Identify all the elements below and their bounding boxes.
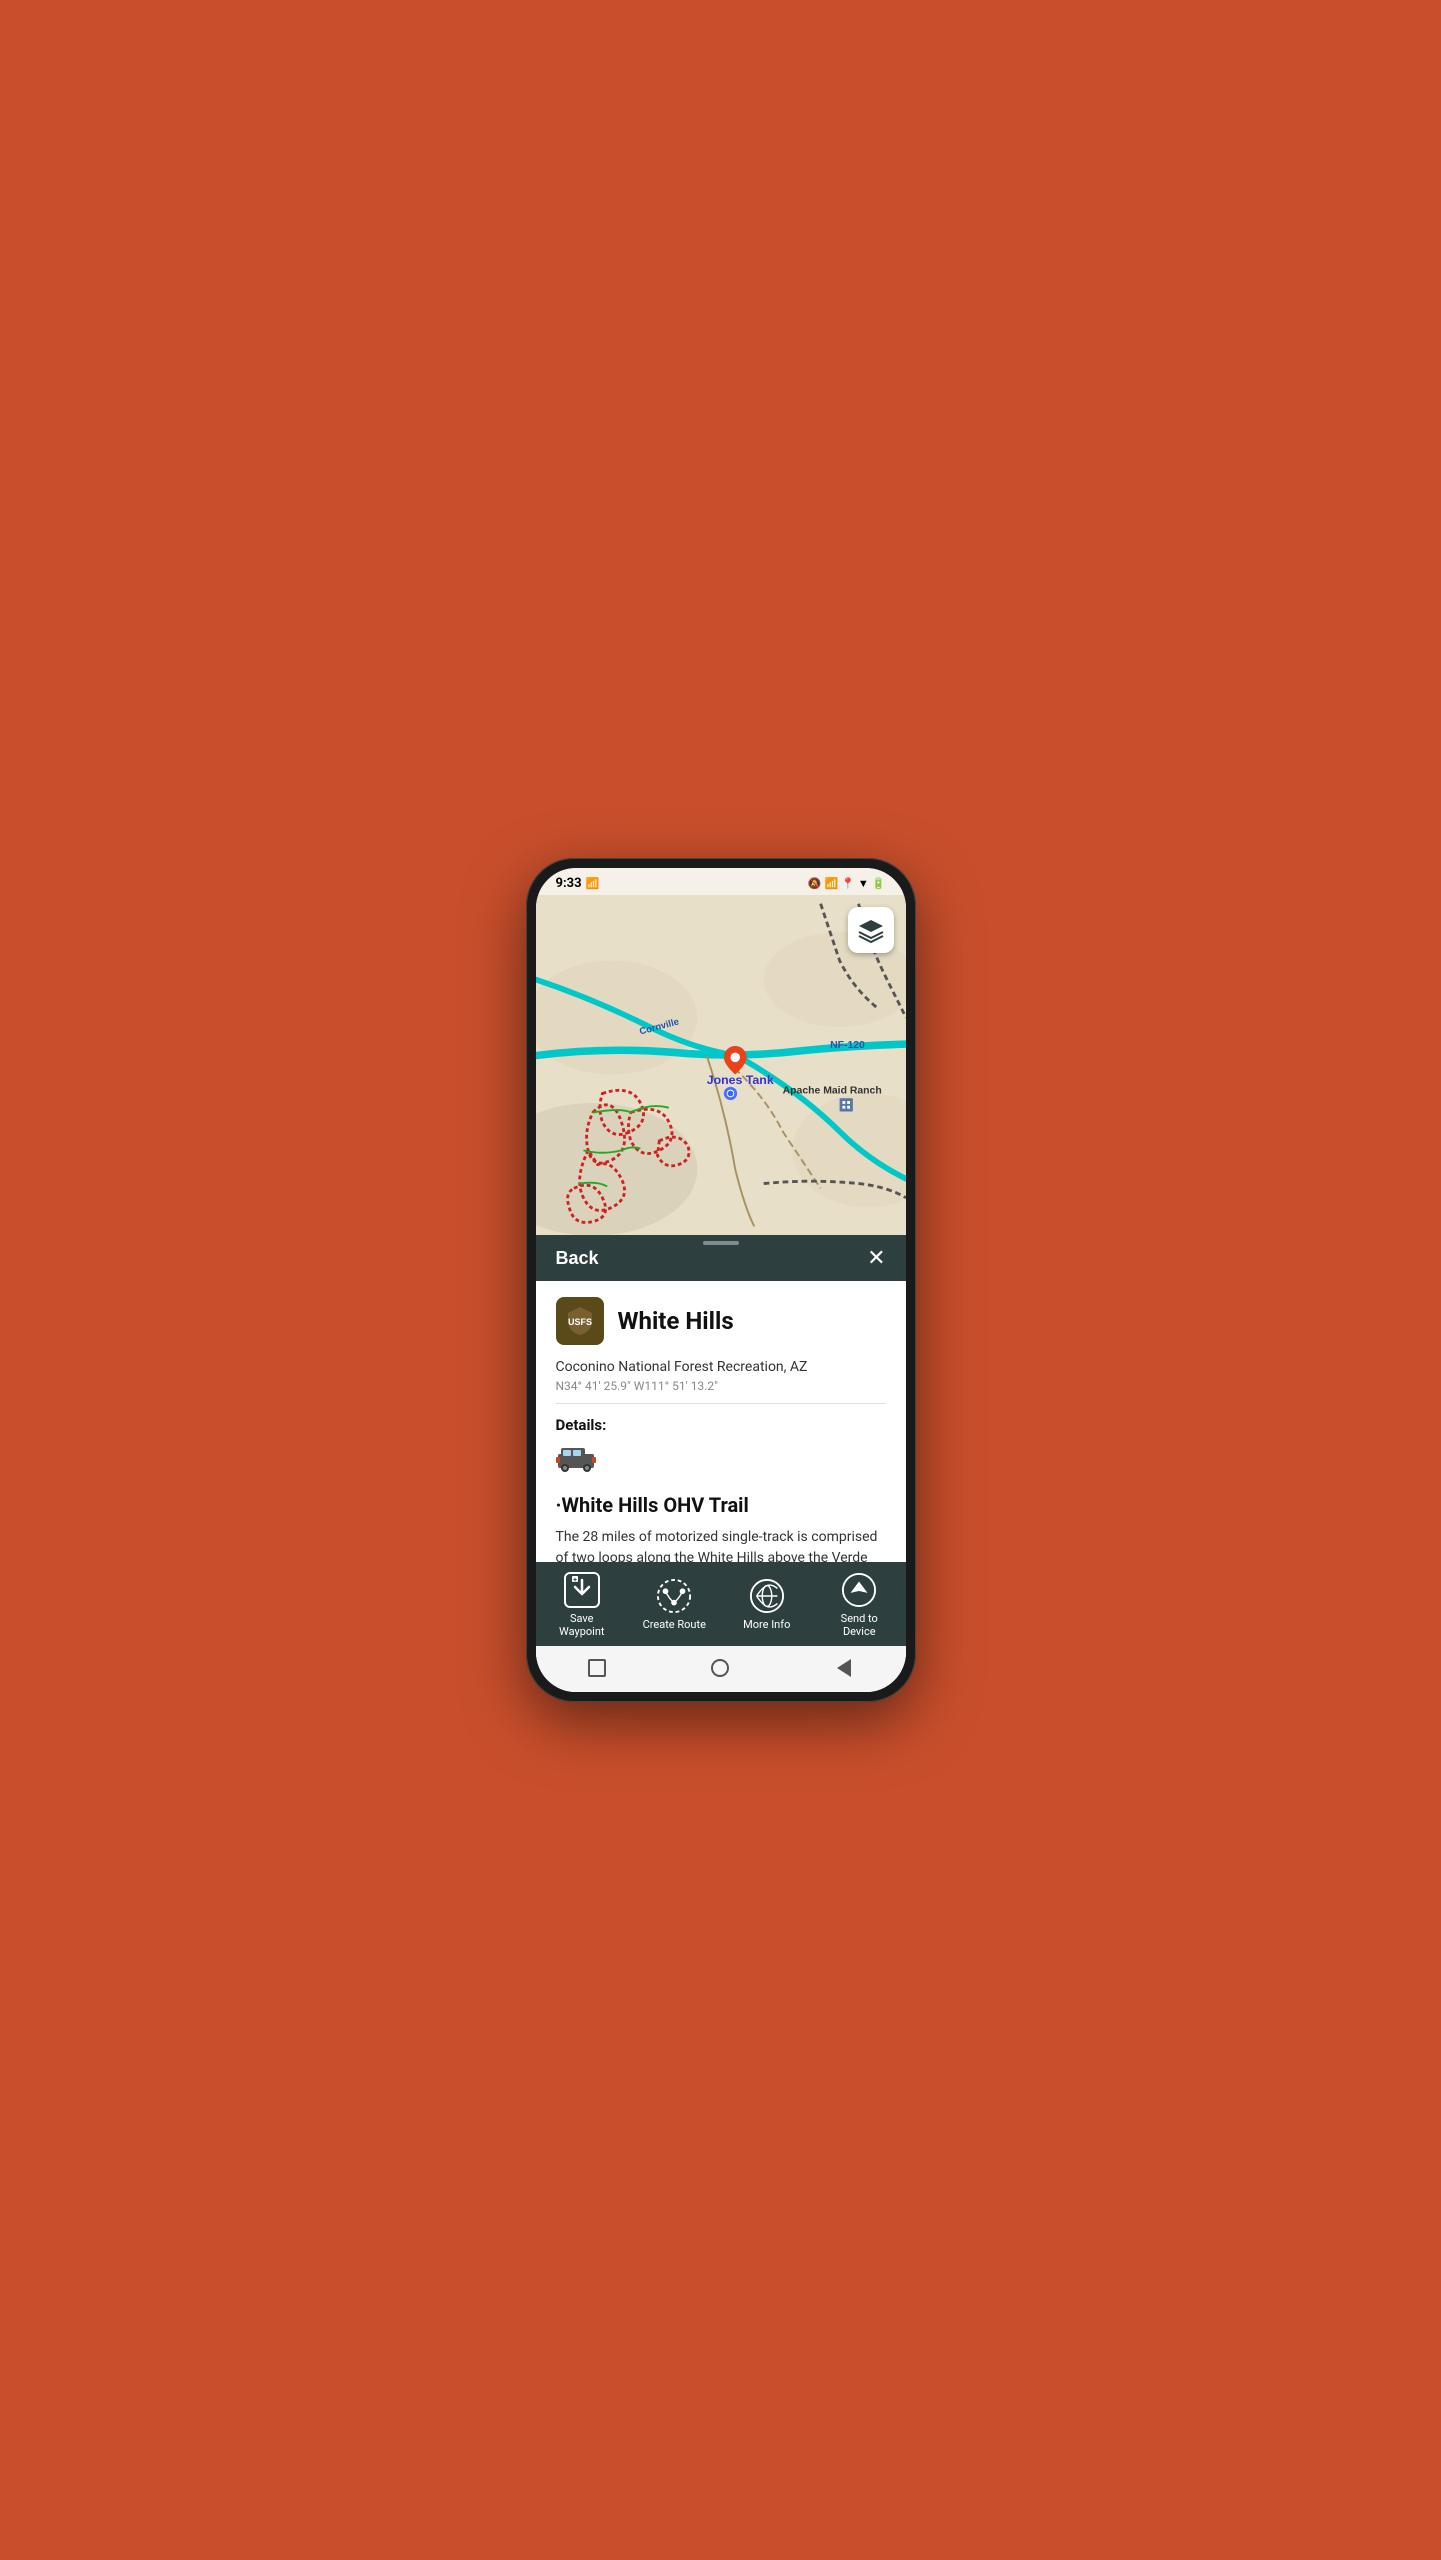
back-nav-button[interactable] (830, 1654, 858, 1682)
svg-text:Apache Maid Ranch: Apache Maid Ranch (782, 1085, 881, 1096)
send-to-device-label: Send toDevice (841, 1612, 878, 1638)
vehicle-icon (556, 1442, 886, 1481)
action-bar: + SaveWaypoint (536, 1562, 906, 1646)
create-route-label: Create Route (643, 1618, 706, 1631)
save-waypoint-label: SaveWaypoint (559, 1612, 605, 1638)
phone-screen: 9:33 📶 🔕 📶 📍 ▼ 🔋 (536, 868, 906, 1692)
status-bar: 9:33 📶 🔕 📶 📍 ▼ 🔋 (536, 868, 906, 895)
map-view[interactable]: NF-120 Cornville Apache Maid Ranch Apach… (536, 895, 906, 1235)
bell-slash-icon: 🔕 (808, 877, 822, 890)
details-label: Details: (556, 1416, 886, 1434)
recent-apps-button[interactable] (583, 1654, 611, 1682)
create-route-button[interactable]: Create Route (639, 1578, 709, 1631)
back-nav-icon (837, 1659, 851, 1677)
time-display: 9:33 (556, 876, 582, 891)
poi-subtitle: Coconino National Forest Recreation, AZ (556, 1359, 886, 1375)
trail-title: ·White Hills OHV Trail (556, 1493, 886, 1517)
sheet-header: Back ✕ (536, 1235, 906, 1281)
send-to-device-icon (841, 1572, 877, 1608)
trail-description: The 28 miles of motorized single-track i… (556, 1527, 886, 1562)
layer-toggle-button[interactable] (848, 907, 894, 953)
poi-title: White Hills (618, 1307, 734, 1335)
poi-icon: USFS (556, 1297, 604, 1345)
poi-header: USFS White Hills (556, 1297, 886, 1345)
svg-text:NF-120: NF-120 (830, 1040, 865, 1051)
more-info-button[interactable]: More Info (732, 1578, 802, 1631)
phone-frame: 9:33 📶 🔕 📶 📍 ▼ 🔋 (526, 858, 916, 1702)
save-waypoint-icon: + (564, 1572, 600, 1608)
more-info-label: More Info (743, 1618, 790, 1631)
battery-icon: 🔋 (872, 877, 886, 890)
bottom-sheet: Back ✕ USFS White Hills Coconino N (536, 1235, 906, 1692)
close-button[interactable]: ✕ (867, 1247, 885, 1269)
drag-handle (703, 1241, 739, 1245)
svg-text:USFS: USFS (567, 1317, 591, 1327)
system-nav-bar (536, 1646, 906, 1692)
svg-text:Jones Tank: Jones Tank (706, 1073, 773, 1087)
location-icon: 📍 (841, 877, 855, 890)
poi-coords: N34° 41' 25.9" W111° 51' 13.2" (556, 1379, 886, 1404)
sheet-content: USFS White Hills Coconino National Fores… (536, 1281, 906, 1562)
create-route-icon (656, 1578, 692, 1614)
wifi-icon: ▼ (858, 877, 869, 890)
more-info-icon (749, 1578, 785, 1614)
home-icon (711, 1659, 729, 1677)
home-button[interactable] (706, 1654, 734, 1682)
sim-icon: 📶 (586, 877, 600, 890)
back-button[interactable]: Back (556, 1248, 599, 1269)
send-to-device-button[interactable]: Send toDevice (824, 1572, 894, 1638)
save-waypoint-button[interactable]: + SaveWaypoint (547, 1572, 617, 1638)
svg-text:+: + (573, 1576, 577, 1584)
bluetooth-icon: 📶 (825, 877, 839, 890)
recent-apps-icon (588, 1659, 606, 1677)
